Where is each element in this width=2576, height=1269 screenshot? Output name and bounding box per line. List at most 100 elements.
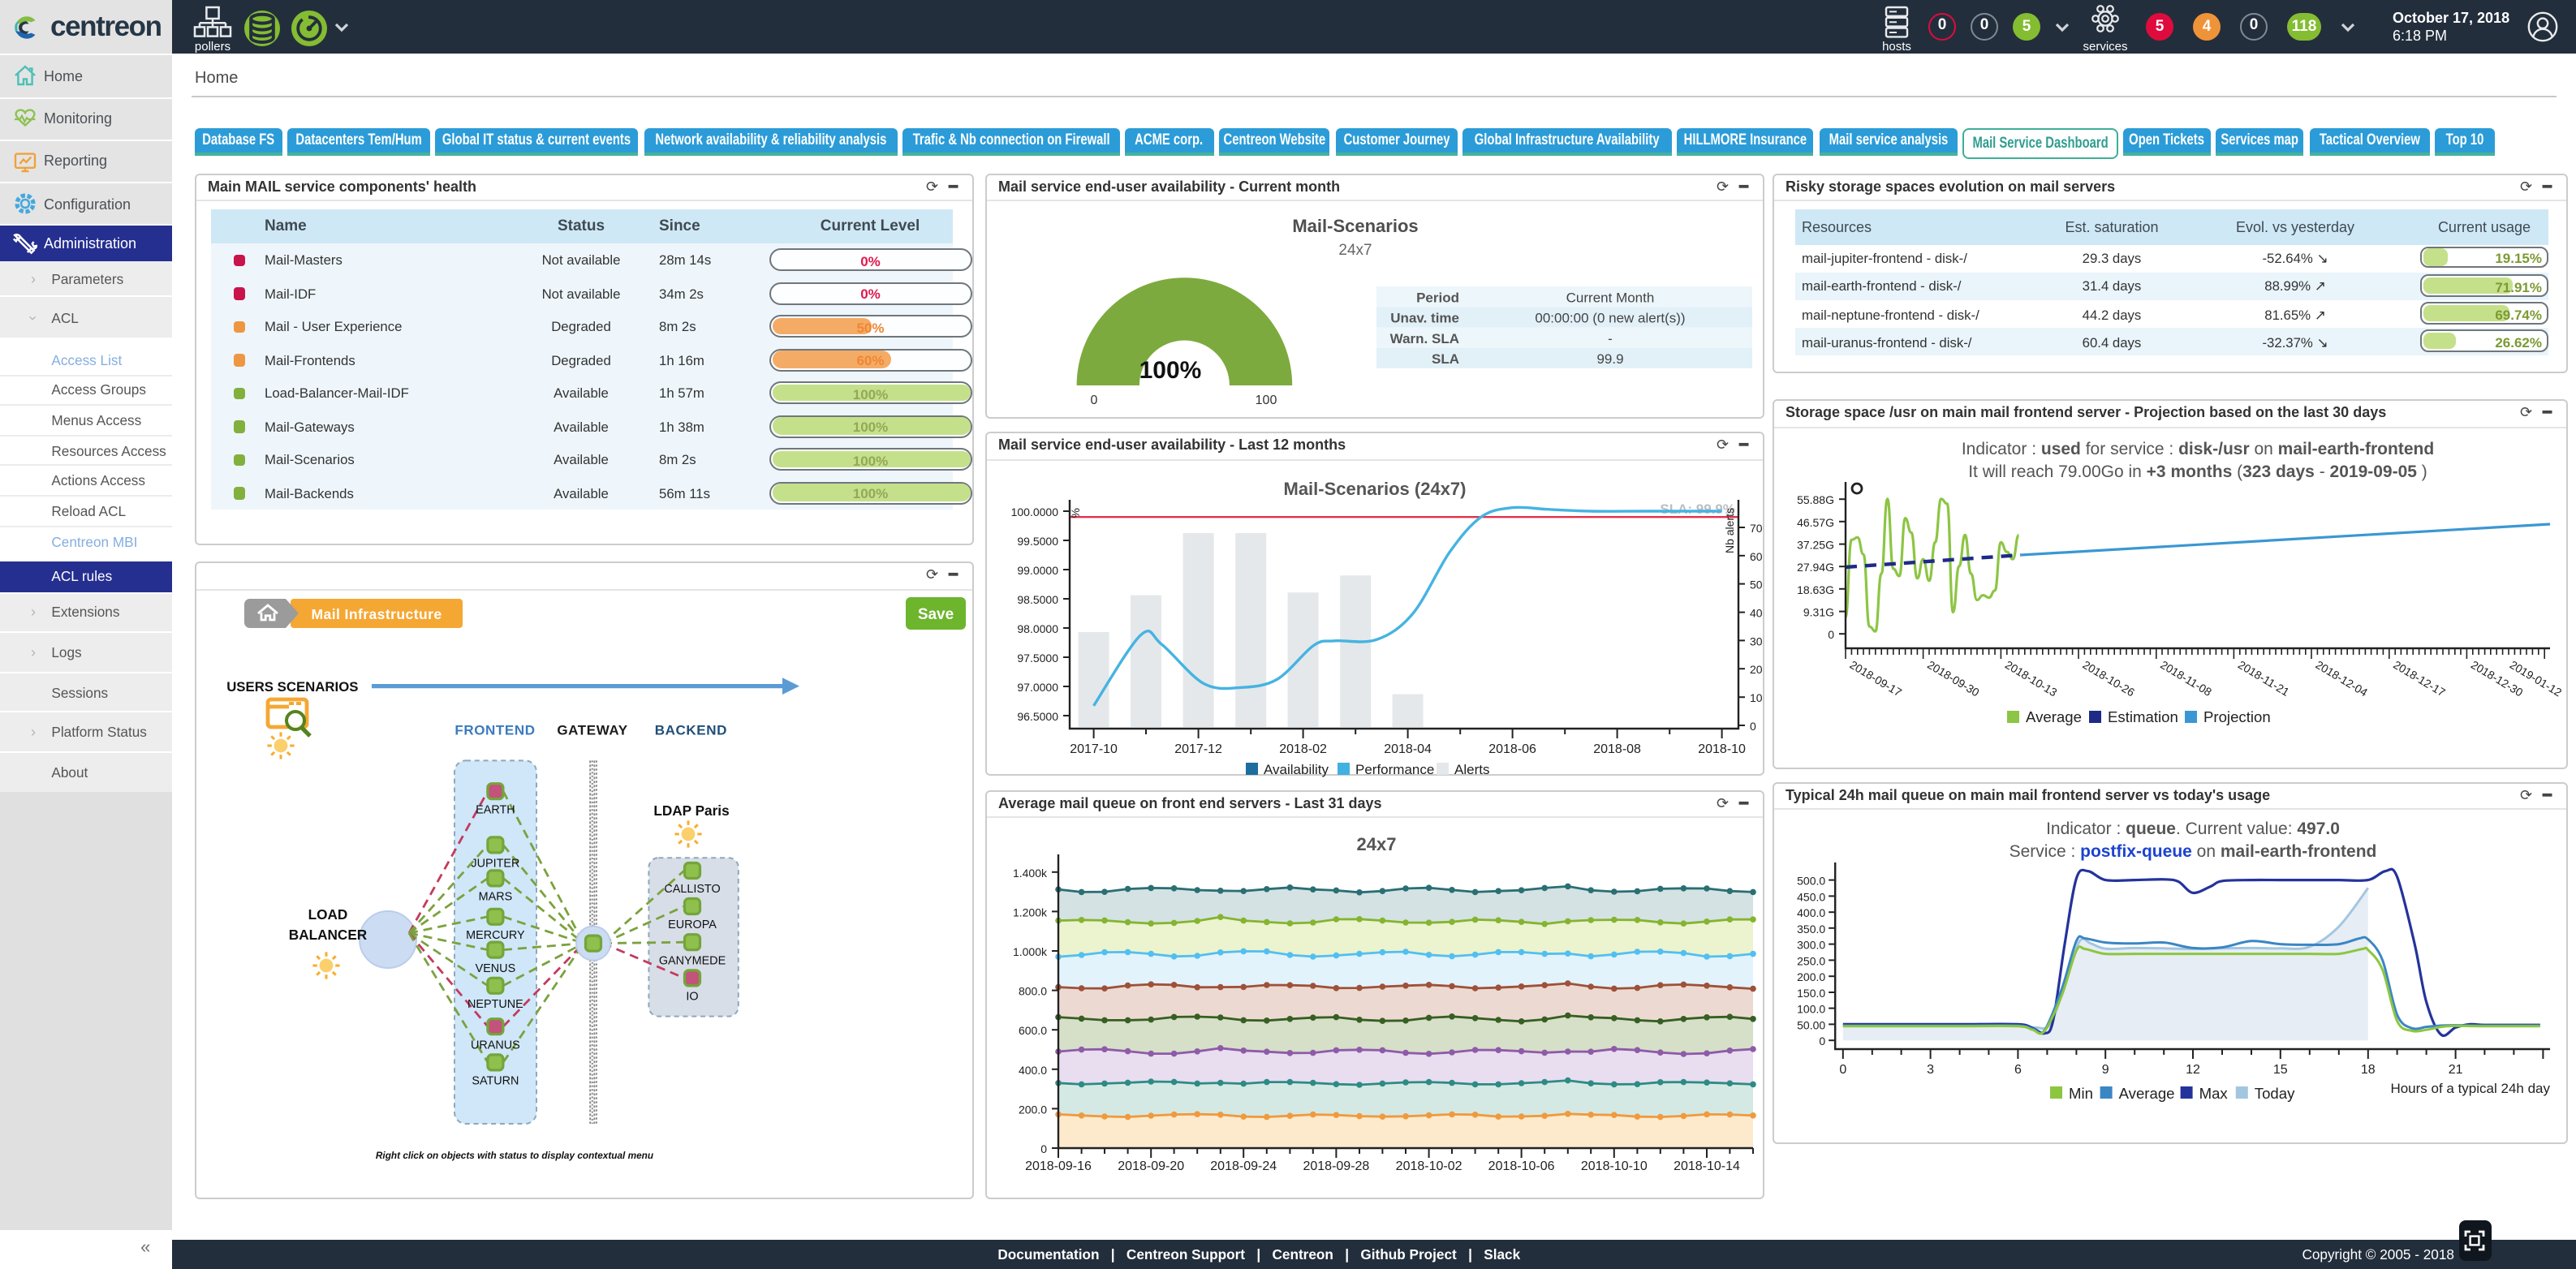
svg-text:100.0: 100.0 <box>1797 1002 1825 1015</box>
svg-text:21: 21 <box>2449 1062 2463 1076</box>
svg-text:GATEWAY: GATEWAY <box>557 723 627 738</box>
svg-text:SATURN: SATURN <box>472 1075 519 1088</box>
svg-text:99.9: 99.9 <box>1596 351 1623 366</box>
svg-text:2018-08: 2018-08 <box>1593 742 1641 756</box>
svg-text:400.0: 400.0 <box>1797 906 1825 918</box>
svg-text:Max: Max <box>2199 1084 2229 1101</box>
svg-text:Average: Average <box>2119 1084 2175 1101</box>
svg-text:Indicator : queue. Current val: Indicator : queue. Current value: 497.0 <box>2046 819 2340 837</box>
svg-text:100.0000: 100.0000 <box>1011 505 1059 518</box>
svg-text:BALANCER: BALANCER <box>289 927 368 943</box>
svg-text:0: 0 <box>1819 1034 1825 1047</box>
svg-text:3: 3 <box>1927 1062 1934 1076</box>
svg-text:450.0: 450.0 <box>1797 889 1825 902</box>
svg-text:0: 0 <box>1828 628 1834 641</box>
svg-text:%: % <box>1069 508 1082 518</box>
svg-text:2018-12-04: 2018-12-04 <box>2313 658 2370 699</box>
svg-text:Warn. SLA: Warn. SLA <box>1390 330 1459 346</box>
svg-text:Hours of a typical 24h day: Hours of a typical 24h day <box>2390 1080 2550 1095</box>
svg-text:GANYMEDE: GANYMEDE <box>659 954 726 967</box>
svg-text:200.0: 200.0 <box>1797 970 1825 983</box>
svg-text:55.88G: 55.88G <box>1797 493 1834 506</box>
svg-text:300.0: 300.0 <box>1797 938 1825 951</box>
svg-text:2018-10: 2018-10 <box>1698 742 1746 756</box>
svg-text:800.0: 800.0 <box>1019 984 1047 997</box>
svg-text:Period: Period <box>1416 289 1459 304</box>
svg-text:20: 20 <box>1750 663 1763 676</box>
svg-text:2018-09-30: 2018-09-30 <box>1925 658 1982 699</box>
svg-text:Performance: Performance <box>1355 762 1434 777</box>
svg-text:MERCURY: MERCURY <box>466 929 525 942</box>
svg-text:2017-12: 2017-12 <box>1174 742 1222 756</box>
svg-text:24x7: 24x7 <box>1357 833 1397 854</box>
svg-text:Current Month: Current Month <box>1566 289 1655 304</box>
svg-text:pollers: pollers <box>195 40 230 54</box>
svg-text:Mail-Scenarios: Mail-Scenarios <box>1292 215 1418 235</box>
svg-text:0: 0 <box>1750 720 1756 733</box>
svg-text:BACKEND: BACKEND <box>655 723 727 738</box>
svg-text:Alerts: Alerts <box>1454 762 1489 777</box>
svg-text:46.57G: 46.57G <box>1797 516 1834 529</box>
svg-text:It will reach 79.00Go in +3 mo: It will reach 79.00Go in +3 months (323 … <box>1968 462 2427 481</box>
svg-text:Availability: Availability <box>1264 762 1329 777</box>
svg-text:Right click on objects with st: Right click on objects with status to di… <box>376 1150 653 1161</box>
svg-text:LOAD: LOAD <box>308 906 348 923</box>
svg-text:2018-10-10: 2018-10-10 <box>1581 1159 1648 1172</box>
svg-text:2018-09-24: 2018-09-24 <box>1210 1159 1277 1172</box>
svg-text:2018-11-21: 2018-11-21 <box>2236 658 2292 699</box>
svg-text:37.25G: 37.25G <box>1797 539 1834 552</box>
svg-text:2018-10-02: 2018-10-02 <box>1396 1159 1462 1172</box>
svg-text:200.0: 200.0 <box>1019 1102 1047 1115</box>
svg-text:350.0: 350.0 <box>1797 922 1825 935</box>
svg-text:98.5000: 98.5000 <box>1017 593 1058 606</box>
svg-text:0: 0 <box>1040 1142 1047 1155</box>
svg-text:Mail Infrastructure: Mail Infrastructure <box>311 606 442 622</box>
svg-text:URANUS: URANUS <box>471 1039 520 1052</box>
svg-text:Service : postfix-queue on mai: Service : postfix-queue on mail-earth-fr… <box>2010 841 2377 860</box>
svg-text:USERS SCENARIOS: USERS SCENARIOS <box>226 679 358 695</box>
svg-text:1.000k: 1.000k <box>1013 944 1048 957</box>
svg-text:15: 15 <box>2273 1062 2288 1076</box>
svg-text:2018-06: 2018-06 <box>1488 742 1536 756</box>
svg-text:JUPITER: JUPITER <box>471 858 519 871</box>
svg-text:27.94G: 27.94G <box>1797 561 1834 574</box>
svg-text:70: 70 <box>1750 522 1763 535</box>
svg-text:9.31G: 9.31G <box>1803 606 1834 619</box>
svg-text:MARS: MARS <box>479 891 513 904</box>
svg-text:Estimation: Estimation <box>2108 708 2178 725</box>
svg-text:Save: Save <box>918 606 954 623</box>
svg-text:0: 0 <box>1091 393 1098 407</box>
svg-text:EUROPA: EUROPA <box>668 918 717 931</box>
svg-text:6: 6 <box>2014 1062 2022 1076</box>
svg-text:2018-04: 2018-04 <box>1384 742 1432 756</box>
svg-text:1.400k: 1.400k <box>1013 866 1048 879</box>
svg-text:99.5000: 99.5000 <box>1017 535 1058 548</box>
svg-text:Nb alerts: Nb alerts <box>1723 508 1736 553</box>
svg-text:18: 18 <box>2361 1062 2376 1076</box>
svg-text:500.0: 500.0 <box>1797 874 1825 887</box>
svg-text:98.0000: 98.0000 <box>1017 622 1058 635</box>
svg-text:250.0: 250.0 <box>1797 953 1825 966</box>
svg-text:24x7: 24x7 <box>1338 241 1372 258</box>
svg-text:CALLISTO: CALLISTO <box>664 883 720 896</box>
svg-text:50.00: 50.00 <box>1797 1017 1825 1030</box>
svg-text:2018-09-28: 2018-09-28 <box>1303 1159 1369 1172</box>
svg-text:IO: IO <box>686 991 698 1004</box>
svg-text:00:00:00 (0 new alert(s)): 00:00:00 (0 new alert(s)) <box>1535 310 1685 325</box>
svg-text:NEPTUNE: NEPTUNE <box>467 998 523 1011</box>
svg-text:600.0: 600.0 <box>1019 1023 1047 1036</box>
svg-text:2018-10-06: 2018-10-06 <box>1488 1159 1555 1172</box>
svg-text:97.0000: 97.0000 <box>1017 681 1058 694</box>
svg-text:services: services <box>2083 40 2127 54</box>
svg-text:2018-12-17: 2018-12-17 <box>2391 658 2448 699</box>
svg-text:100: 100 <box>1256 393 1277 407</box>
svg-text:2018-09-17: 2018-09-17 <box>1847 658 1904 699</box>
svg-text:SLA: SLA <box>1432 351 1459 366</box>
svg-text:EARTH: EARTH <box>476 803 515 816</box>
svg-text:2017-10: 2017-10 <box>1070 742 1118 756</box>
svg-text:2018-09-16: 2018-09-16 <box>1025 1159 1092 1172</box>
svg-text:VENUS: VENUS <box>476 962 516 975</box>
svg-text:18.63G: 18.63G <box>1797 583 1834 596</box>
svg-text:10: 10 <box>1750 691 1763 704</box>
svg-text:Today: Today <box>2255 1084 2295 1101</box>
